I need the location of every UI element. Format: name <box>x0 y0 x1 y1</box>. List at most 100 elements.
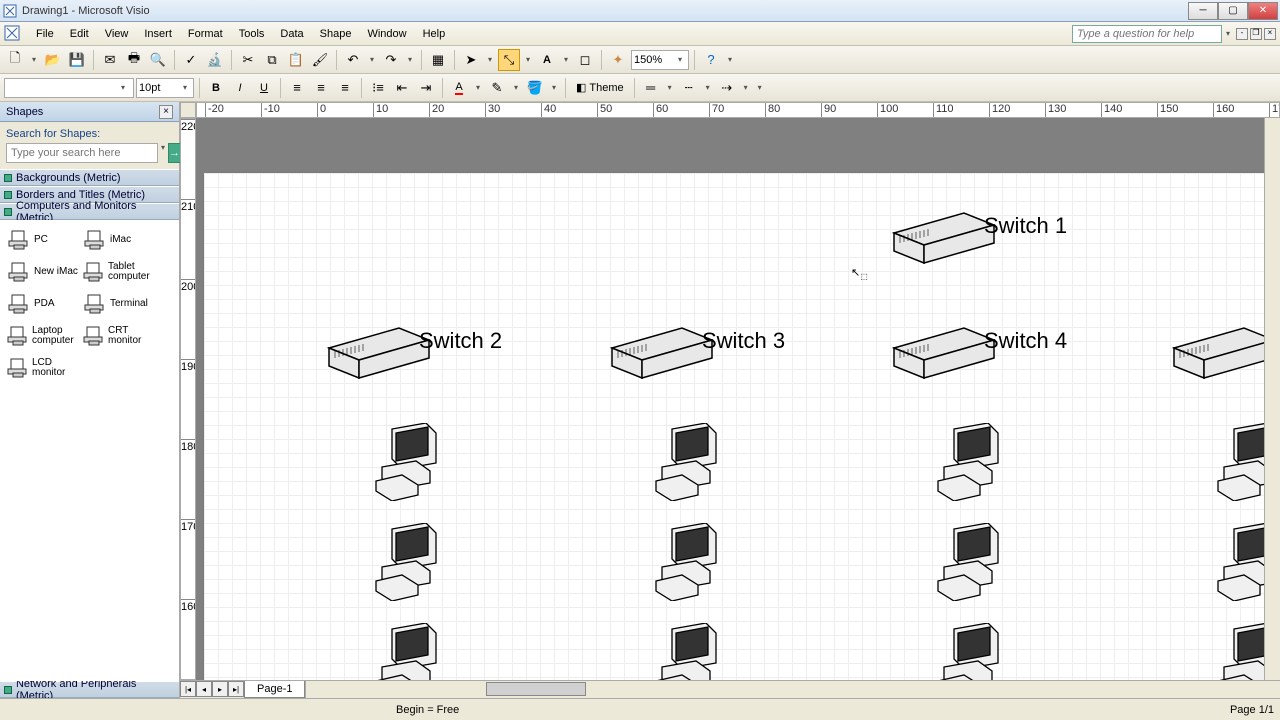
switch-shape[interactable] <box>1164 318 1264 401</box>
help-button[interactable]: ? <box>700 49 722 71</box>
open-button[interactable]: 📂 <box>42 49 64 71</box>
text-tool-button[interactable]: A <box>536 49 558 71</box>
bullets-button[interactable]: ⁝≡ <box>367 77 389 99</box>
shapes-window-button[interactable]: ▦ <box>427 49 449 71</box>
maximize-button[interactable]: ▢ <box>1218 2 1248 20</box>
shape-item[interactable]: New iMac <box>4 256 80 288</box>
fontsize-input[interactable] <box>139 82 179 94</box>
pc-shape[interactable] <box>654 423 724 504</box>
pc-shape[interactable] <box>374 523 444 604</box>
shape-item[interactable]: LCD monitor <box>4 352 80 384</box>
new-button[interactable]: 🗋 <box>4 49 26 71</box>
fontsize-dropdown-icon[interactable]: ▾ <box>179 83 191 92</box>
menu-shape[interactable]: Shape <box>312 25 360 43</box>
menu-help[interactable]: Help <box>415 25 454 43</box>
shape-item[interactable]: iMac <box>80 224 156 256</box>
pc-shape[interactable] <box>936 523 1006 604</box>
line-pattern-dropdown-icon[interactable]: ▾ <box>702 83 714 92</box>
line-weight-button[interactable]: ═ <box>640 77 662 99</box>
line-ends-dropdown-icon[interactable]: ▾ <box>740 83 752 92</box>
zoom-dropdown-icon[interactable]: ▾ <box>674 55 686 64</box>
pointer-dropdown-icon[interactable]: ▾ <box>484 55 496 64</box>
decrease-indent-button[interactable]: ⇤ <box>391 77 413 99</box>
drawing-canvas[interactable]: Switch 1Switch 2Switch 3Switch 4S…↖⬚ <box>196 118 1264 680</box>
pointer-tool-button[interactable]: ➤ <box>460 49 482 71</box>
page-area[interactable]: Switch 1Switch 2Switch 3Switch 4S…↖⬚ <box>204 173 1264 680</box>
connector-tool-button[interactable]: ⤡ <box>498 49 520 71</box>
redo-button[interactable]: ↷ <box>380 49 402 71</box>
email-button[interactable]: ✉ <box>99 49 121 71</box>
undo-dropdown-icon[interactable]: ▾ <box>366 55 378 64</box>
pc-shape[interactable] <box>1216 523 1264 604</box>
theme-button[interactable]: ◧Theme <box>571 77 629 99</box>
menu-view[interactable]: View <box>97 25 137 43</box>
page-tab[interactable]: Page-1 <box>244 681 305 698</box>
menu-insert[interactable]: Insert <box>136 25 180 43</box>
shape-tool-button[interactable]: ◻ <box>574 49 596 71</box>
close-button[interactable]: ✕ <box>1248 2 1278 20</box>
vertical-scrollbar[interactable] <box>1264 118 1280 680</box>
horizontal-scrollbar[interactable] <box>305 681 1280 698</box>
pc-shape[interactable] <box>1216 423 1264 504</box>
zoom-input[interactable] <box>634 54 674 66</box>
copy-button[interactable]: ⧉ <box>261 49 283 71</box>
last-page-button[interactable]: ▸| <box>228 681 244 697</box>
first-page-button[interactable]: |◂ <box>180 681 196 697</box>
format-toolbar-options-icon[interactable]: ▾ <box>754 83 766 92</box>
line-ends-button[interactable]: ⇢ <box>716 77 738 99</box>
pc-shape[interactable] <box>654 623 724 680</box>
cut-button[interactable]: ✂ <box>237 49 259 71</box>
save-button[interactable]: 💾 <box>66 49 88 71</box>
fill-color-dropdown-icon[interactable]: ▾ <box>548 83 560 92</box>
pc-shape[interactable] <box>1216 623 1264 680</box>
font-color-dropdown-icon[interactable]: ▾ <box>472 83 484 92</box>
redo-dropdown-icon[interactable]: ▾ <box>404 55 416 64</box>
pc-shape[interactable] <box>654 523 724 604</box>
research-button[interactable]: 🔬 <box>204 49 226 71</box>
line-pattern-button[interactable]: ┄ <box>678 77 700 99</box>
align-right-button[interactable]: ≡ <box>334 77 356 99</box>
help-search-input[interactable] <box>1072 25 1222 43</box>
pc-shape[interactable] <box>374 423 444 504</box>
connection-point-button[interactable]: ✦ <box>607 49 629 71</box>
fill-color-button[interactable]: 🪣 <box>524 77 546 99</box>
search-shapes-input[interactable] <box>6 143 158 163</box>
stencil-header-bottom[interactable]: Network and Peripherals (Metric) <box>0 681 179 698</box>
control-menu-icon[interactable] <box>4 25 22 43</box>
font-color-button[interactable]: A <box>448 77 470 99</box>
text-dropdown-icon[interactable]: ▾ <box>560 55 572 64</box>
connector-dropdown-icon[interactable]: ▾ <box>522 55 534 64</box>
increase-indent-button[interactable]: ⇥ <box>415 77 437 99</box>
zoom-combo[interactable]: ▾ <box>631 50 689 70</box>
toolbar-options-icon[interactable]: ▾ <box>724 55 736 64</box>
menu-edit[interactable]: Edit <box>62 25 97 43</box>
shape-item[interactable]: CRT monitor <box>80 320 156 352</box>
print-button[interactable]: 🖶 <box>123 49 145 71</box>
stencil-header[interactable]: Backgrounds (Metric) <box>0 169 179 186</box>
help-dropdown-icon[interactable]: ▾ <box>1222 29 1234 38</box>
next-page-button[interactable]: ▸ <box>212 681 228 697</box>
print-preview-button[interactable]: 🔍 <box>147 49 169 71</box>
shape-item[interactable]: Terminal <box>80 288 156 320</box>
italic-button[interactable]: I <box>229 77 251 99</box>
menu-file[interactable]: File <box>28 25 62 43</box>
line-weight-dropdown-icon[interactable]: ▾ <box>664 83 676 92</box>
shapes-panel-close-button[interactable]: × <box>159 105 173 119</box>
shape-item[interactable]: PDA <box>4 288 80 320</box>
menu-format[interactable]: Format <box>180 25 231 43</box>
prev-page-button[interactable]: ◂ <box>196 681 212 697</box>
doc-minimize-button[interactable]: - <box>1236 28 1248 40</box>
new-dropdown-icon[interactable]: ▾ <box>28 55 40 64</box>
line-color-dropdown-icon[interactable]: ▾ <box>510 83 522 92</box>
menu-window[interactable]: Window <box>359 25 414 43</box>
pc-shape[interactable] <box>374 623 444 680</box>
pc-shape[interactable] <box>936 423 1006 504</box>
line-color-button[interactable]: ✎ <box>486 77 508 99</box>
menu-data[interactable]: Data <box>272 25 311 43</box>
doc-close-button[interactable]: × <box>1264 28 1276 40</box>
undo-button[interactable]: ↶ <box>342 49 364 71</box>
pc-shape[interactable] <box>936 623 1006 680</box>
align-left-button[interactable]: ≡ <box>286 77 308 99</box>
align-center-button[interactable]: ≡ <box>310 77 332 99</box>
shape-item[interactable]: Laptop computer <box>4 320 80 352</box>
